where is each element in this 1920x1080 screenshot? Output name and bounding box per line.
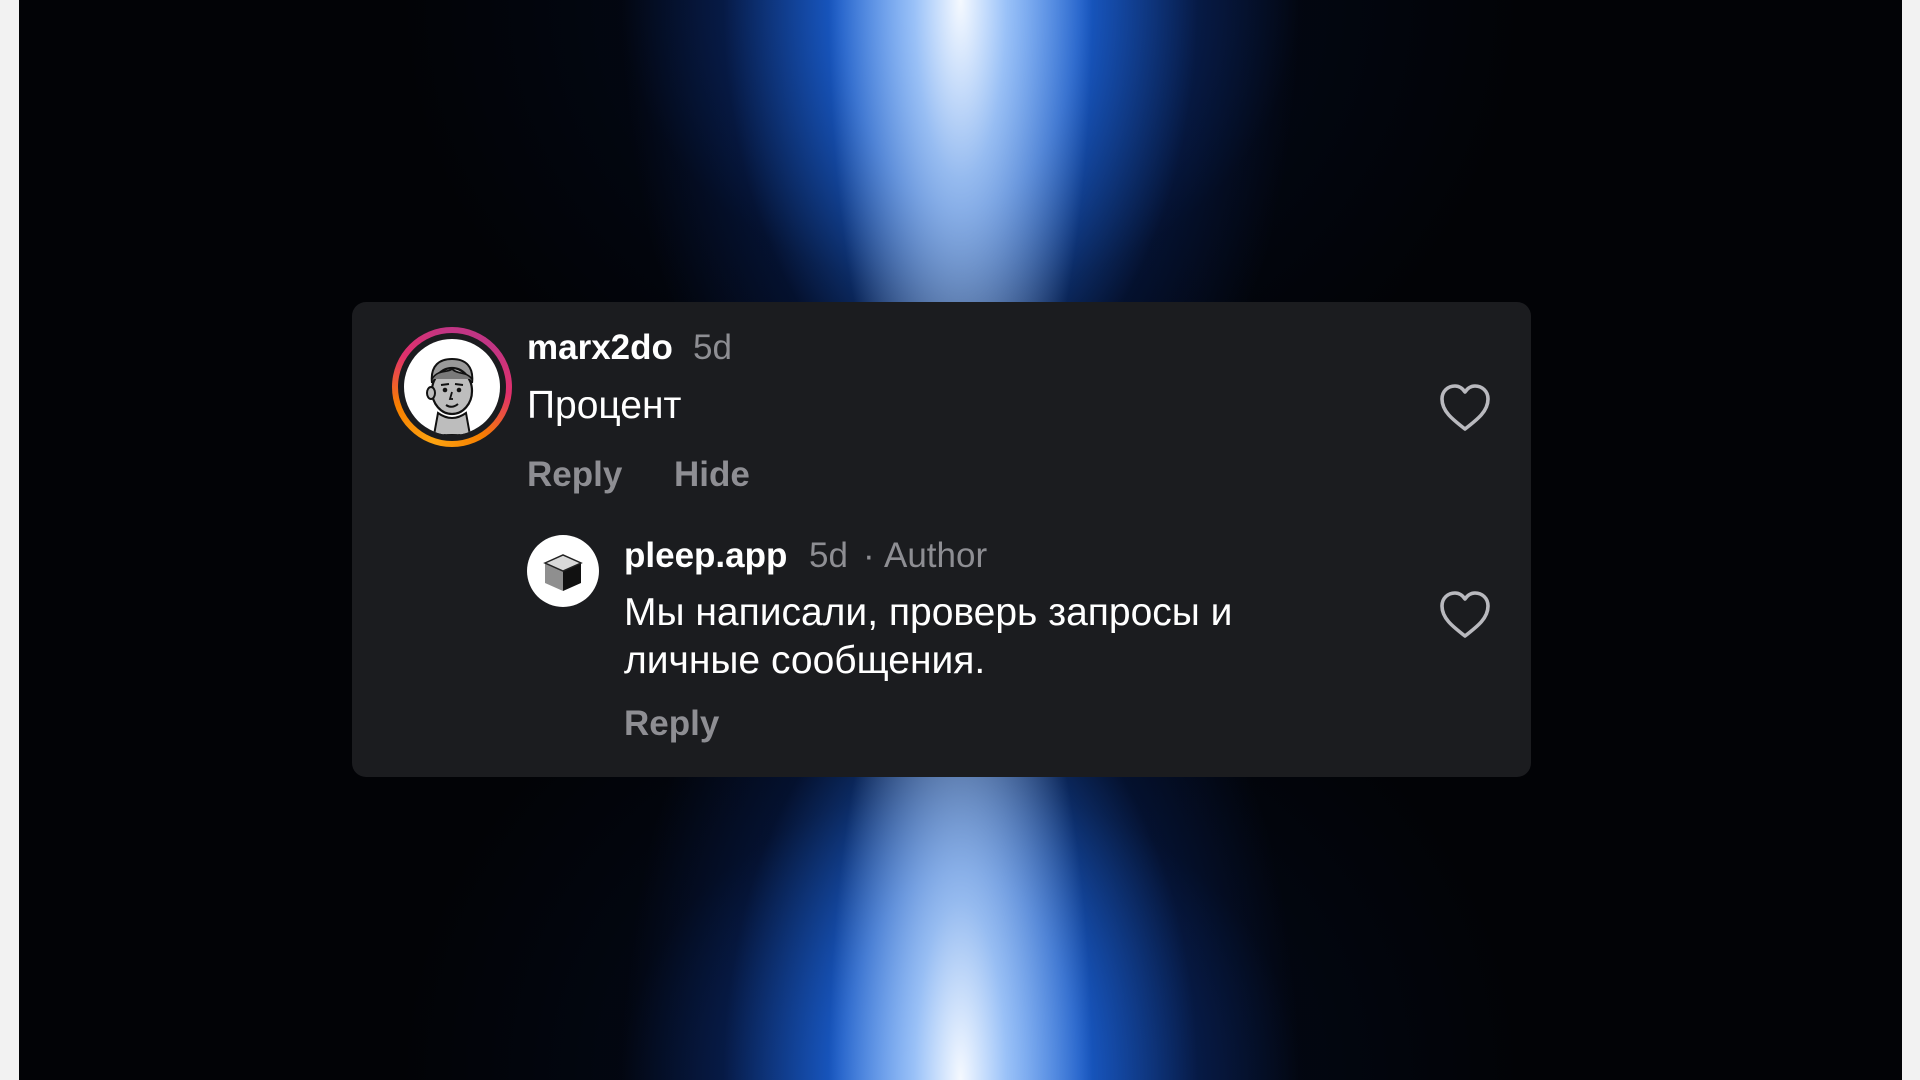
cube-logo-icon [543, 554, 583, 591]
user-face-icon [426, 357, 474, 435]
author-badge: Author [884, 536, 988, 575]
page-background: marx2do 5d Процент Reply Hide pleep.app … [0, 0, 1920, 1080]
reply-avatar[interactable] [527, 535, 599, 607]
reply-timestamp: 5d [809, 536, 848, 575]
heart-outline-icon[interactable] [1438, 590, 1492, 640]
reply-text-line-1: Мы написали, проверь запросы и [624, 591, 1233, 634]
meta-separator: · [863, 536, 875, 575]
comment-timestamp: 5d [693, 328, 732, 367]
avatar-story-ring[interactable] [392, 327, 512, 447]
heart-outline-icon[interactable] [1438, 383, 1492, 433]
comment-username[interactable]: marx2do [527, 328, 673, 368]
avatar [404, 339, 500, 435]
reply-username[interactable]: pleep.app [624, 536, 787, 576]
reply-button[interactable]: Reply [527, 455, 622, 495]
reply-text-line-2: личные сообщения. [624, 639, 986, 682]
reply-reply-button[interactable]: Reply [624, 704, 719, 744]
comment-text: Процент [527, 384, 682, 427]
hide-button[interactable]: Hide [674, 455, 750, 495]
